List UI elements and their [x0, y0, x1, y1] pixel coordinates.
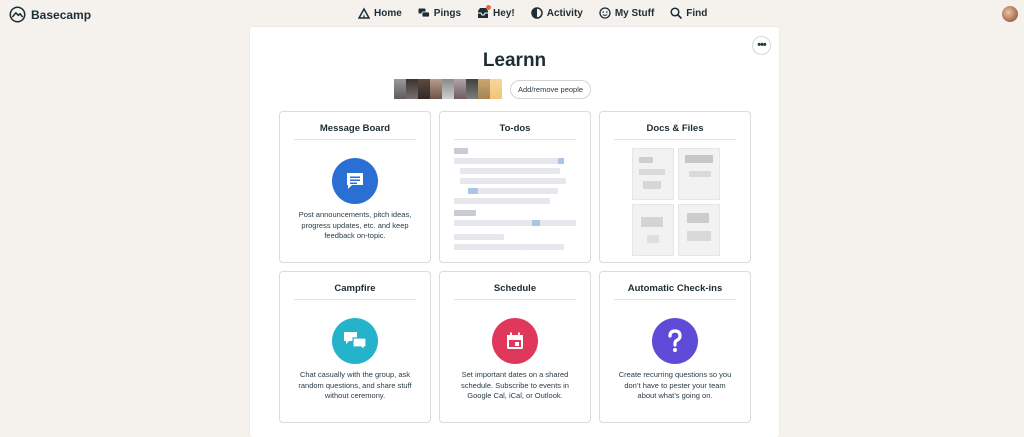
- calendar-icon: [492, 318, 538, 364]
- divider: [294, 299, 416, 300]
- avatar: [406, 79, 418, 99]
- doc-thumbnail: [678, 148, 720, 200]
- project-title: Learnn: [482, 50, 547, 71]
- todos-preview: [454, 146, 576, 256]
- tool-card-automatic-checkins[interactable]: Automatic Check-ins Create recurring que…: [599, 271, 751, 423]
- activity-icon: [530, 7, 543, 19]
- hey-icon: [477, 5, 492, 19]
- question-icon: [652, 318, 698, 364]
- tool-card-docs-files[interactable]: Docs & Files: [599, 111, 751, 263]
- avatar: [466, 79, 478, 99]
- tool-title: To-dos: [499, 123, 531, 134]
- divider: [614, 139, 736, 140]
- home-icon: [358, 7, 370, 19]
- search-icon: [670, 7, 683, 19]
- tool-title: Schedule: [493, 283, 537, 294]
- tool-title: Docs & Files: [646, 123, 704, 134]
- avatar: [418, 79, 430, 99]
- avatar: [442, 79, 454, 99]
- nav-find-label: Find: [686, 7, 708, 19]
- divider: [454, 299, 576, 300]
- project-panel: ••• Learnn Add/remove people Message Boa…: [250, 27, 779, 437]
- nav-pings-label: Pings: [433, 7, 462, 19]
- brand-name: Basecamp: [31, 7, 92, 22]
- project-people: Add/remove people: [394, 79, 592, 99]
- tool-description: Create recurring questions so you don’t …: [618, 370, 732, 400]
- my-stuff-icon: [599, 7, 611, 19]
- nav-my-stuff[interactable]: My Stuff: [599, 7, 654, 19]
- notification-dot: [486, 5, 492, 10]
- nav-hey-label: Hey!: [493, 7, 515, 19]
- people-avatars[interactable]: [394, 79, 502, 99]
- campfire-chat-icon: [332, 318, 378, 364]
- tool-description: Chat casually with the group, ask random…: [298, 370, 412, 400]
- user-avatar[interactable]: [1002, 6, 1018, 22]
- nav-hey[interactable]: Hey!: [477, 5, 515, 19]
- nav-home[interactable]: Home: [358, 7, 402, 19]
- divider: [614, 299, 736, 300]
- add-remove-people-button[interactable]: Add/remove people: [510, 79, 592, 99]
- nav-activity-label: Activity: [546, 7, 583, 19]
- pings-icon: [418, 8, 430, 18]
- avatar: [490, 79, 502, 99]
- nav-my-stuff-label: My Stuff: [614, 7, 655, 19]
- nav-pings[interactable]: Pings: [418, 7, 461, 19]
- doc-thumbnail: [632, 204, 674, 256]
- tool-title: Campfire: [334, 283, 376, 294]
- divider: [294, 139, 416, 140]
- message-board-icon: [332, 158, 378, 204]
- avatar: [478, 79, 490, 99]
- tool-title: Message Board: [319, 123, 391, 134]
- tool-card-message-board[interactable]: Message Board Post announcements, pitch …: [279, 111, 431, 263]
- tool-card-campfire[interactable]: Campfire Chat casually with the group, a…: [279, 271, 431, 423]
- nav-activity[interactable]: Activity: [530, 7, 583, 19]
- divider: [454, 139, 576, 140]
- nav-home-label: Home: [374, 7, 402, 19]
- basecamp-logo-icon: [9, 6, 26, 23]
- tool-title: Automatic Check-ins: [627, 283, 723, 294]
- top-bar: Basecamp Home Pings Hey! Activity My Stu…: [0, 0, 1024, 30]
- doc-thumbnail: [632, 148, 674, 200]
- avatar: [394, 79, 406, 99]
- doc-thumbnail: [678, 204, 720, 256]
- avatar: [430, 79, 442, 99]
- tool-description: Set important dates on a shared schedule…: [461, 370, 569, 400]
- tool-card-schedule[interactable]: Schedule Set important dates on a shared…: [439, 271, 591, 423]
- main-nav: Home Pings Hey! Activity My Stuff Find: [358, 5, 707, 19]
- brand-link[interactable]: Basecamp: [9, 6, 91, 23]
- avatar: [454, 79, 466, 99]
- tool-card-todos[interactable]: To-dos: [439, 111, 591, 263]
- nav-find[interactable]: Find: [670, 7, 707, 19]
- tool-description: Post announcements, pitch ideas, progres…: [298, 210, 412, 240]
